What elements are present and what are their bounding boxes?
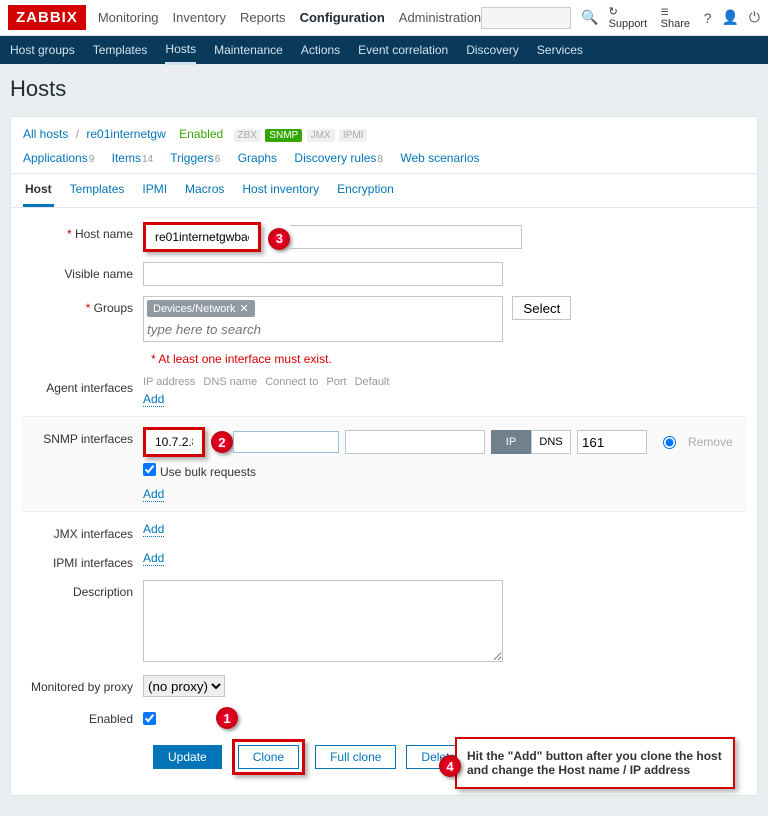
tab-encryption[interactable]: Encryption [335, 174, 396, 207]
pill-snmp: SNMP [265, 129, 302, 142]
snmp-default-radio[interactable] [663, 436, 676, 449]
snmp-ip-input[interactable] [149, 433, 199, 451]
proxy-select[interactable]: (no proxy) [143, 675, 225, 697]
subnav-maintenance[interactable]: Maintenance [214, 37, 283, 63]
description-textarea[interactable] [143, 580, 503, 662]
enabled-checkbox[interactable] [143, 712, 156, 725]
power-icon[interactable]: ⏻ [749, 9, 760, 26]
nav-administration[interactable]: Administration [399, 0, 481, 35]
snmp-add-link[interactable]: Add [143, 487, 164, 502]
subnav-discovery[interactable]: Discovery [466, 37, 519, 63]
user-icon[interactable]: 👤 [721, 9, 738, 26]
snmp-ip-input-ext[interactable] [233, 431, 339, 453]
breadcrumb: All hosts / re01internetgw Enabled ZBX S… [11, 117, 757, 145]
tab-macros[interactable]: Macros [183, 174, 226, 207]
iface-header: IP addressDNS nameConnect toPortDefault [143, 376, 747, 388]
update-button[interactable]: Update [153, 745, 222, 769]
label-snmp-if: SNMP interfaces [21, 427, 143, 446]
callout-4: 4 [439, 755, 461, 777]
tab-hostinventory[interactable]: Host inventory [240, 174, 321, 207]
search-input[interactable] [481, 7, 571, 29]
hn-applications[interactable]: Applications9 [23, 151, 94, 165]
label-jmx-if: JMX interfaces [21, 522, 143, 541]
groups-multiselect[interactable]: Devices/Network ✕ [143, 296, 503, 342]
hostname-input-ext[interactable] [290, 225, 522, 249]
snmp-bulk-label: Use bulk requests [160, 465, 256, 479]
subnav-hosts[interactable]: Hosts [165, 36, 196, 65]
label-agent-if: Agent interfaces [21, 376, 143, 395]
jmx-add-link[interactable]: Add [143, 522, 164, 537]
label-description: Description [21, 580, 143, 599]
sub-nav: Host groups Templates Hosts Maintenance … [0, 36, 768, 64]
share-link[interactable]: Share [661, 6, 694, 30]
group-tag-remove-icon[interactable]: ✕ [240, 302, 249, 315]
search-icon[interactable]: 🔍 [581, 9, 598, 26]
hn-web[interactable]: Web scenarios [400, 151, 479, 165]
snmp-dns-input[interactable] [345, 430, 485, 454]
top-nav: Monitoring Inventory Reports Configurati… [98, 0, 481, 35]
page-title: Hosts [10, 76, 758, 102]
clone-button[interactable]: Clone [238, 745, 299, 769]
hostname-input[interactable] [149, 228, 255, 246]
hn-items[interactable]: Items14 [112, 151, 153, 165]
nav-reports[interactable]: Reports [240, 0, 286, 35]
bc-allhosts[interactable]: All hosts [23, 127, 68, 141]
fullclone-button[interactable]: Full clone [315, 745, 396, 769]
annotation-note: Hit the "Add" button after you clone the… [455, 737, 735, 789]
pill-jmx: JMX [307, 129, 335, 142]
snmp-connect-ip[interactable]: IP [491, 430, 531, 454]
nav-monitoring[interactable]: Monitoring [98, 0, 159, 35]
label-proxy: Monitored by proxy [21, 675, 143, 694]
pill-zbx: ZBX [234, 129, 261, 142]
support-link[interactable]: Support [609, 5, 651, 30]
label-groups: Groups [21, 296, 143, 315]
snmp-remove-link[interactable]: Remove [688, 435, 733, 449]
subnav-actions[interactable]: Actions [301, 37, 340, 63]
snmp-connect-dns[interactable]: DNS [531, 430, 571, 454]
subnav-eventcorrelation[interactable]: Event correlation [358, 37, 448, 63]
iface-hint: * At least one interface must exist. [151, 352, 332, 366]
tab-ipmi[interactable]: IPMI [140, 174, 169, 207]
subnav-services[interactable]: Services [537, 37, 583, 63]
callout-1: 1 [216, 707, 238, 729]
logo: ZABBIX [8, 5, 86, 30]
tab-templates[interactable]: Templates [68, 174, 127, 207]
subnav-templates[interactable]: Templates [93, 37, 148, 63]
snmp-bulk-checkbox[interactable] [143, 463, 156, 476]
group-tag: Devices/Network [153, 303, 236, 315]
snmp-port-input[interactable] [577, 430, 647, 454]
label-enabled: Enabled [21, 707, 143, 726]
label-visiblename: Visible name [21, 262, 143, 281]
label-ipmi-if: IPMI interfaces [21, 551, 143, 570]
tab-host[interactable]: Host [23, 174, 54, 207]
bc-hostname[interactable]: re01internetgw [86, 127, 165, 141]
hn-discovery[interactable]: Discovery rules8 [294, 151, 383, 165]
ipmi-add-link[interactable]: Add [143, 551, 164, 566]
help-icon[interactable]: ? [704, 10, 712, 26]
subnav-hostgroups[interactable]: Host groups [10, 37, 75, 63]
visiblename-input[interactable] [143, 262, 503, 286]
agent-add-link[interactable]: Add [143, 392, 164, 407]
hn-triggers[interactable]: Triggers6 [170, 151, 220, 165]
callout-3: 3 [268, 228, 290, 250]
callout-2: 2 [211, 431, 233, 453]
pill-ipmi: IPMI [339, 129, 368, 142]
hn-graphs[interactable]: Graphs [238, 151, 277, 165]
groups-select-button[interactable]: Select [512, 296, 571, 320]
label-hostname: Host name [21, 222, 143, 241]
groups-search-input[interactable] [147, 320, 499, 338]
status-enabled: Enabled [179, 127, 223, 141]
nav-inventory[interactable]: Inventory [173, 0, 226, 35]
nav-configuration[interactable]: Configuration [300, 0, 385, 35]
